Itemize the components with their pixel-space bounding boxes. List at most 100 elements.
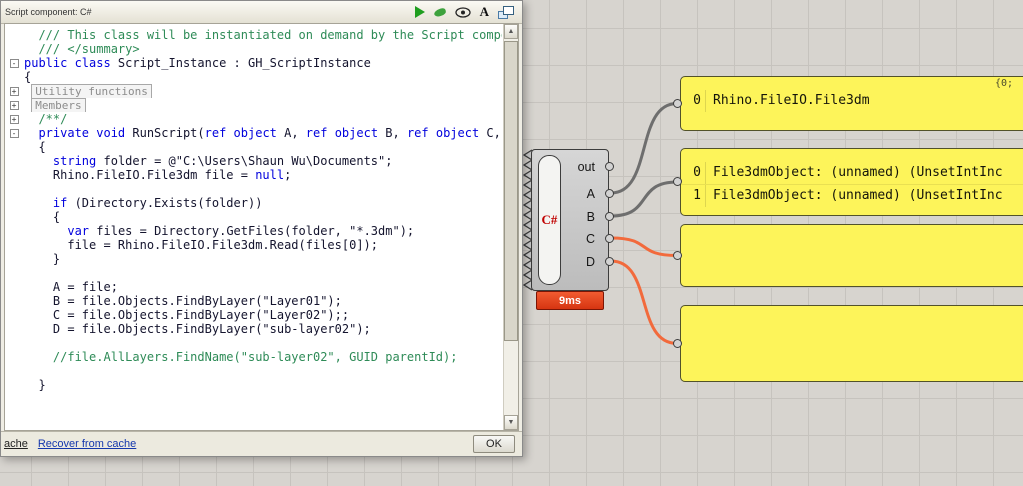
code-line[interactable]: Members [24,98,502,112]
code-line[interactable]: var files = Directory.GetFiles(folder, "… [24,224,502,238]
output-label-D[interactable]: D [586,254,595,270]
grasshopper-icon[interactable] [432,6,447,18]
panel-input-port[interactable] [673,177,682,186]
code-line[interactable]: string folder = @"C:\Users\Shaun Wu\Docu… [24,154,502,168]
windows-icon[interactable] [498,5,514,19]
gutter-row [5,224,23,238]
panel-row-index: 1 [681,185,706,207]
code-line[interactable]: /// This class will be instantiated on d… [24,28,502,42]
wire-D-to-p4[interactable] [610,259,678,345]
code-line[interactable]: B = file.Objects.FindByLayer("Layer01"); [24,294,502,308]
panel-row-text: File3dmObject: (unnamed) (UnsetIntInc [713,165,1003,180]
scrollbar-thumb[interactable] [504,41,518,341]
output-label-A[interactable]: A [587,186,595,202]
script-editor-window[interactable]: Script component: C# A - + + + - /// This cl [0,0,523,457]
output-port-B[interactable] [605,212,614,221]
scrollbar-down-icon[interactable]: ▼ [504,415,518,430]
code-line[interactable]: C = file.Objects.FindByLayer("Layer02");… [24,308,502,322]
code-editor[interactable]: - + + + - /// This class will be instantiate… [4,23,519,431]
fold-toggle-icon[interactable]: + [9,100,19,110]
component-label: C# [541,212,558,227]
code-line[interactable]: private void RunScript(ref object A, ref… [24,126,502,140]
gutter-row [5,28,23,42]
gutter-row [5,350,23,364]
code-line[interactable] [24,336,502,350]
gutter-row [5,140,23,154]
run-icon[interactable] [414,6,425,18]
code-line[interactable] [24,182,502,196]
code-lines[interactable]: /// This class will be instantiated on d… [24,28,502,392]
code-token: var [67,224,90,238]
wire-A-to-p1[interactable] [610,102,678,195]
gutter-row: + [5,98,23,112]
gutter-row [5,308,23,322]
code-token: /// </summary> [24,42,140,56]
code-line[interactable] [24,364,502,378]
code-line[interactable]: { [24,140,502,154]
code-line[interactable]: } [24,252,502,266]
eye-icon[interactable] [454,6,471,18]
code-line[interactable]: //file.AllLayers.FindName("sub-layer02",… [24,350,502,364]
output-label-B[interactable]: B [587,209,595,225]
output-port-out[interactable] [605,162,614,171]
font-icon[interactable]: A [480,5,489,19]
output-label-out[interactable]: out [578,159,595,175]
editor-titlebar[interactable]: Script component: C# A [1,1,522,24]
code-line[interactable]: Rhino.FileIO.File3dm file = null; [24,168,502,182]
code-token: ref object [204,126,277,140]
gutter-row [5,378,23,392]
fold-toggle-icon[interactable]: - [9,58,19,68]
panel-path-label: {0; [994,78,1013,89]
code-line[interactable]: file = Rhino.FileIO.File3dm.Read(files[0… [24,238,502,252]
code-line[interactable]: } [24,378,502,392]
code-line[interactable]: Utility functions [24,84,502,98]
vertical-scrollbar[interactable]: ▲ ▼ [503,24,518,430]
ok-button[interactable]: OK [473,435,515,453]
code-token: ref object [305,126,379,140]
code-token: RunScript( [125,126,205,140]
fold-toggle-icon[interactable]: + [9,114,19,124]
panel-input-port[interactable] [673,338,682,348]
screenshot-root: C# out A B C D 9ms {0; 0 Rhino.FileIO.File3dm 0… [0,0,1023,486]
fold-gutter: - + + + - [5,28,23,392]
recover-from-cache-link[interactable]: Recover from cache [38,438,136,450]
code-token: A, [276,126,306,140]
component-name-capsule[interactable]: C# [538,155,561,285]
clear-cache-link[interactable]: ache [4,438,28,450]
code-line[interactable]: D = file.Objects.FindByLayer("sub-layer0… [24,322,502,336]
gutter-row [5,280,23,294]
panel-input-port[interactable] [673,250,682,260]
scrollbar-up-icon[interactable]: ▲ [504,24,518,39]
code-line[interactable]: { [24,70,502,84]
code-token: { [24,210,61,224]
code-token: file = Rhino.FileIO.File3dm.Read(files[0… [24,238,379,252]
code-line[interactable]: public class Script_Instance : GH_Script… [24,56,502,70]
panel-row-text: Rhino.FileIO.File3dm [713,93,870,108]
code-line[interactable] [24,266,502,280]
csharp-script-component[interactable]: C# out A B C D [531,149,614,291]
panel-p2[interactable]: 0 File3dmObject: (unnamed) (UnsetIntInc 1 F… [680,148,1023,216]
fold-toggle-icon[interactable]: + [9,86,19,96]
code-line[interactable]: { [24,210,502,224]
panel-p3[interactable] [680,224,1023,287]
panel-input-port[interactable] [673,98,682,108]
output-port-D[interactable] [605,257,614,266]
panel-p4[interactable] [680,305,1023,382]
wire-B-to-p2[interactable] [610,180,678,218]
output-port-A[interactable] [605,189,614,198]
panel-p1[interactable]: {0; 0 Rhino.FileIO.File3dm [680,76,1023,131]
output-label-C[interactable]: C [586,231,595,247]
gutter-row [5,154,23,168]
code-line[interactable]: /**/ [24,112,502,126]
wire-C-to-p3[interactable] [610,236,678,257]
code-token: C, [486,126,501,140]
code-token: /**/ [24,112,68,126]
fold-toggle-icon[interactable]: - [9,128,19,138]
code-line[interactable]: A = file; [24,280,502,294]
panel-row: 0 File3dmObject: (unnamed) (UnsetIntInc [681,162,1023,184]
code-line[interactable]: /// </summary> [24,42,502,56]
code-line[interactable]: if (Directory.Exists(folder)) [24,196,502,210]
output-port-C[interactable] [605,234,614,243]
